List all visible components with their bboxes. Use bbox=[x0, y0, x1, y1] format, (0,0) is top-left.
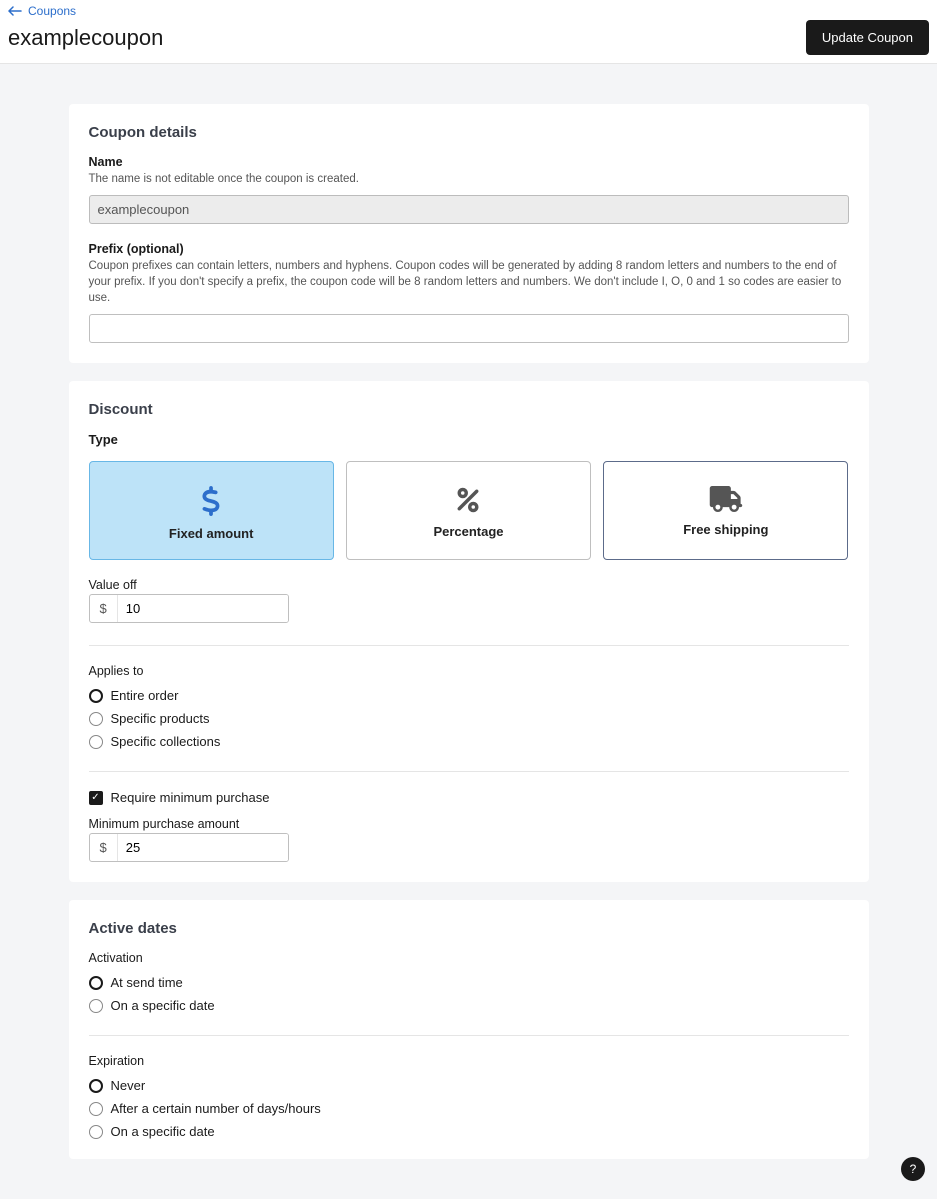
expiration-label: Expiration bbox=[89, 1054, 849, 1068]
free-shipping-label: Free shipping bbox=[683, 522, 768, 537]
active-dates-card: Active dates Activation At send time On … bbox=[69, 900, 869, 1159]
expiration-after-days[interactable]: After a certain number of days/hours bbox=[89, 1101, 849, 1116]
value-off-input[interactable] bbox=[118, 595, 289, 622]
content: Coupon details Name The name is not edit… bbox=[69, 104, 869, 1159]
applies-entire-label: Entire order bbox=[111, 688, 179, 703]
min-amount-label: Minimum purchase amount bbox=[89, 817, 849, 831]
applies-products-label: Specific products bbox=[111, 711, 210, 726]
name-input bbox=[89, 195, 849, 224]
radio-icon bbox=[89, 976, 103, 990]
currency-prefix: $ bbox=[90, 595, 118, 622]
radio-icon bbox=[89, 689, 103, 703]
activation-specific-date[interactable]: On a specific date bbox=[89, 998, 849, 1013]
name-field: Name The name is not editable once the c… bbox=[89, 155, 849, 224]
radio-icon bbox=[89, 999, 103, 1013]
applies-collections-label: Specific collections bbox=[111, 734, 221, 749]
truck-icon bbox=[709, 486, 743, 512]
arrow-left-icon bbox=[8, 6, 22, 16]
min-amount-input-wrap: $ bbox=[89, 833, 289, 862]
require-min-purchase[interactable]: ✓ Require minimum purchase bbox=[89, 790, 849, 805]
activation-label: Activation bbox=[89, 951, 849, 965]
applies-specific-products[interactable]: Specific products bbox=[89, 711, 849, 726]
value-off-label: Value off bbox=[89, 578, 849, 592]
applies-specific-collections[interactable]: Specific collections bbox=[89, 734, 849, 749]
discount-title: Discount bbox=[89, 401, 849, 418]
activation-send-time[interactable]: At send time bbox=[89, 975, 849, 990]
expiration-specific-date[interactable]: On a specific date bbox=[89, 1124, 849, 1139]
help-button[interactable]: ? bbox=[901, 1157, 925, 1181]
divider bbox=[89, 1035, 849, 1036]
fixed-label: Fixed amount bbox=[169, 526, 254, 541]
back-label: Coupons bbox=[28, 4, 76, 18]
expiration-date-label: On a specific date bbox=[111, 1124, 215, 1139]
divider bbox=[89, 771, 849, 772]
applies-entire-order[interactable]: Entire order bbox=[89, 688, 849, 703]
radio-icon bbox=[89, 1102, 103, 1116]
prefix-input[interactable] bbox=[89, 314, 849, 343]
discount-type-free-shipping[interactable]: Free shipping bbox=[603, 461, 848, 560]
min-amount-field: Minimum purchase amount $ bbox=[89, 817, 849, 862]
expiration-after-label: After a certain number of days/hours bbox=[111, 1101, 321, 1116]
min-amount-input[interactable] bbox=[118, 834, 289, 861]
checkbox-icon: ✓ bbox=[89, 791, 103, 805]
activation-send-label: At send time bbox=[111, 975, 183, 990]
prefix-field: Prefix (optional) Coupon prefixes can co… bbox=[89, 242, 849, 343]
help-icon: ? bbox=[910, 1162, 917, 1176]
discount-type-label: Type bbox=[89, 432, 849, 447]
name-help: The name is not editable once the coupon… bbox=[89, 171, 849, 187]
require-min-label: Require minimum purchase bbox=[111, 790, 270, 805]
discount-type-grid: Fixed amount Percentage Free shipping bbox=[89, 461, 849, 560]
percent-icon bbox=[454, 486, 482, 514]
coupon-details-title: Coupon details bbox=[89, 124, 849, 141]
radio-icon bbox=[89, 735, 103, 749]
coupon-details-card: Coupon details Name The name is not edit… bbox=[69, 104, 869, 363]
activation-options: At send time On a specific date bbox=[89, 975, 849, 1013]
top-bar: Coupons examplecoupon Update Coupon bbox=[0, 0, 937, 64]
dollar-icon bbox=[201, 486, 221, 516]
name-label: Name bbox=[89, 155, 849, 169]
back-link[interactable]: Coupons bbox=[8, 4, 76, 18]
percentage-label: Percentage bbox=[433, 524, 503, 539]
currency-prefix: $ bbox=[90, 834, 118, 861]
radio-icon bbox=[89, 712, 103, 726]
discount-type-percentage[interactable]: Percentage bbox=[346, 461, 591, 560]
applies-to-options: Entire order Specific products Specific … bbox=[89, 688, 849, 749]
prefix-label: Prefix (optional) bbox=[89, 242, 849, 256]
radio-icon bbox=[89, 1079, 103, 1093]
value-off-field: Value off $ bbox=[89, 578, 849, 623]
expiration-never[interactable]: Never bbox=[89, 1078, 849, 1093]
discount-type-fixed[interactable]: Fixed amount bbox=[89, 461, 334, 560]
page-title: examplecoupon bbox=[8, 25, 163, 51]
update-coupon-button[interactable]: Update Coupon bbox=[806, 20, 929, 55]
expiration-never-label: Never bbox=[111, 1078, 146, 1093]
radio-icon bbox=[89, 1125, 103, 1139]
discount-card: Discount Type Fixed amount Percentage Fr… bbox=[69, 381, 869, 882]
activation-date-label: On a specific date bbox=[111, 998, 215, 1013]
applies-to-label: Applies to bbox=[89, 664, 849, 678]
expiration-options: Never After a certain number of days/hou… bbox=[89, 1078, 849, 1139]
divider bbox=[89, 645, 849, 646]
prefix-help: Coupon prefixes can contain letters, num… bbox=[89, 258, 849, 306]
active-dates-title: Active dates bbox=[89, 920, 849, 937]
value-off-input-wrap: $ bbox=[89, 594, 289, 623]
